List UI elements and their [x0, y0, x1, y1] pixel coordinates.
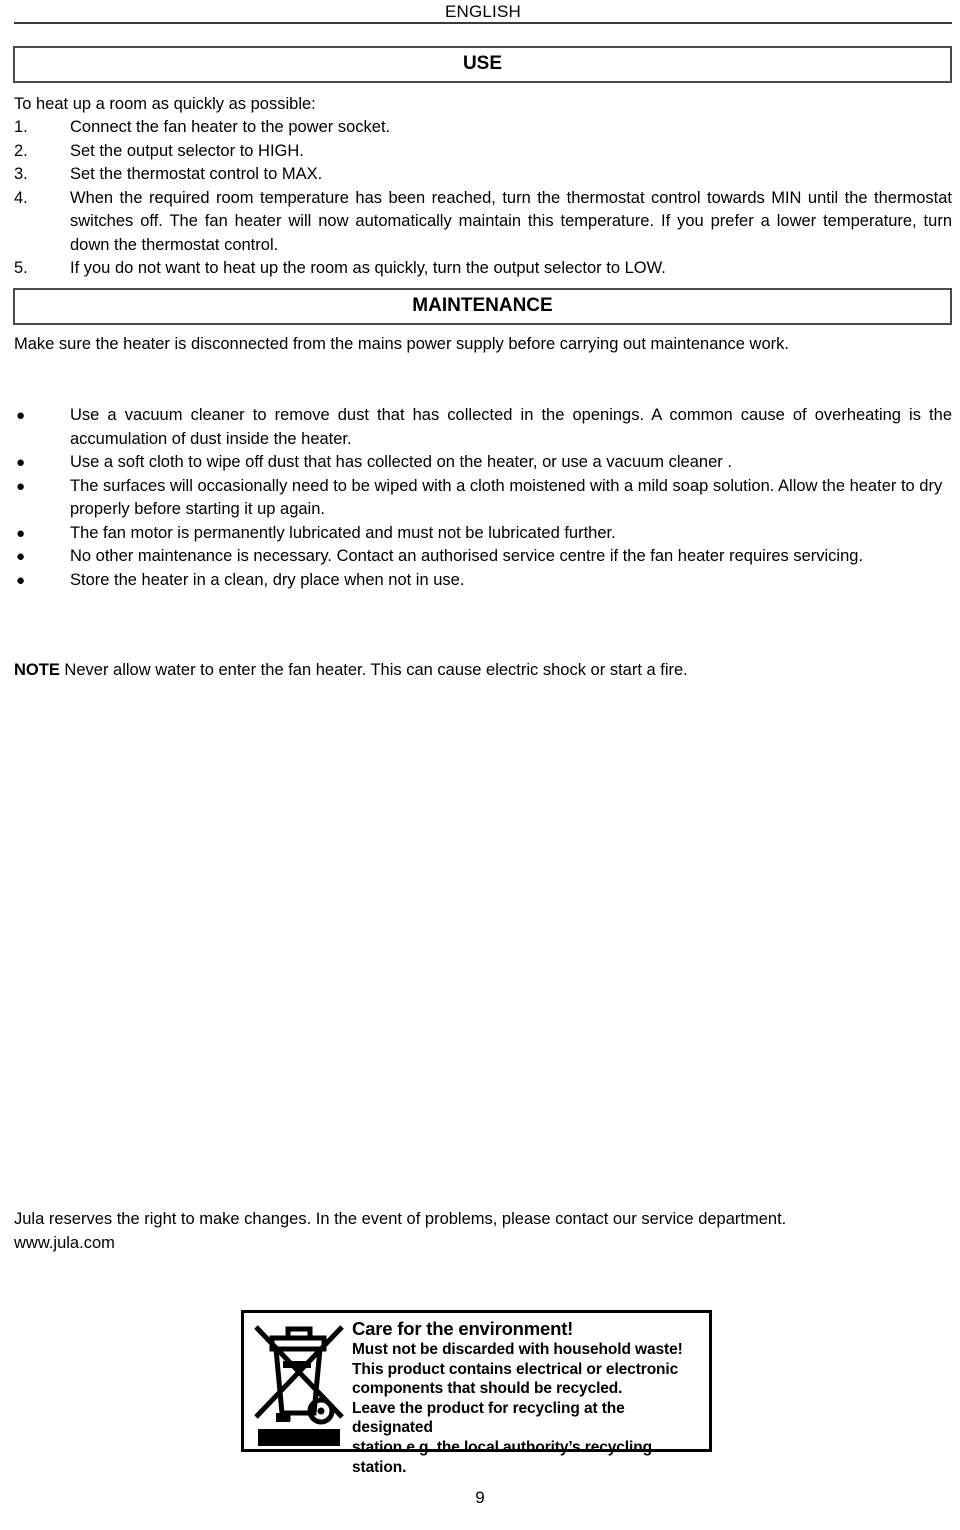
header-divider-rule — [14, 22, 952, 24]
use-intro-text: To heat up a room as quickly as possible… — [14, 95, 316, 113]
section-title-maintenance: MAINTENANCE — [13, 288, 952, 325]
bullet-text: No other maintenance is necessary. Conta… — [70, 547, 864, 565]
bullet-icon: ● — [16, 571, 26, 589]
environment-notice-title: Care for the environment! — [352, 1318, 574, 1339]
environment-notice-line-4: Leave the product for recycling at the d… — [352, 1399, 625, 1437]
bullet-icon: ● — [16, 407, 26, 424]
maintenance-note: NOTE Never allow water to enter the fan … — [14, 659, 950, 683]
bullet-text: The surfaces will occasionally need to b… — [70, 476, 943, 519]
environment-notice-line-1: Must not be discarded with household was… — [352, 1341, 683, 1358]
environment-notice-text: Care for the environment! Must not be di… — [348, 1313, 709, 1476]
bullet-icon: ● — [16, 454, 26, 471]
list-item: 2. Set the output selector to HIGH. — [14, 140, 952, 164]
environment-notice-line-3: components that should be recycled. — [352, 1380, 623, 1398]
step-text: Set the output selector to HIGH. — [70, 141, 304, 160]
step-marker: 2. — [14, 141, 28, 160]
footer-disclaimer: Jula reserves the right to make changes.… — [14, 1208, 949, 1255]
document-page: ENGLISH USE To heat up a room as quickly… — [0, 0, 960, 1530]
environment-notice-line-2: This product contains electrical or elec… — [352, 1360, 679, 1378]
list-item: 5. If you do not want to heat up the roo… — [14, 257, 952, 281]
footer-website: www.jula.com — [14, 1233, 115, 1252]
list-item: 1. Connect the fan heater to the power s… — [14, 116, 952, 140]
bullet-text: Store the heater in a clean, dry place w… — [70, 570, 465, 589]
step-marker: 3. — [14, 165, 28, 183]
use-steps-list: 1. Connect the fan heater to the power s… — [14, 116, 952, 281]
environment-notice-line-5: station e.g. the local authority’s recyc… — [352, 1438, 652, 1476]
step-marker: 5. — [14, 259, 28, 277]
step-marker: 1. — [14, 118, 28, 136]
bullet-icon: ● — [16, 548, 26, 565]
step-text: Connect the fan heater to the power sock… — [70, 118, 391, 136]
crossed-out-wheelie-bin-icon — [244, 1313, 348, 1449]
bullet-icon: ● — [16, 477, 26, 495]
bullet-icon: ● — [16, 524, 26, 542]
list-item: 4. When the required room temperature ha… — [14, 187, 952, 258]
step-text: When the required room temperature has b… — [70, 188, 952, 254]
list-item: ● No other maintenance is necessary. Con… — [14, 545, 952, 569]
list-item: ● Use a vacuum cleaner to remove dust th… — [14, 404, 952, 451]
maintenance-intro-text: Make sure the heater is disconnected fro… — [14, 335, 789, 353]
list-item: ● Store the heater in a clean, dry place… — [14, 569, 952, 593]
step-marker: 4. — [14, 188, 28, 207]
footer-disclaimer-text: Jula reserves the right to make changes.… — [14, 1210, 787, 1228]
bullet-text: Use a vacuum cleaner to remove dust that… — [70, 406, 952, 448]
list-item: 3. Set the thermostat control to MAX. — [14, 163, 952, 187]
step-text: Set the thermostat control to MAX. — [70, 165, 323, 183]
page-number: 9 — [475, 1488, 485, 1507]
step-text: If you do not want to heat up the room a… — [70, 259, 666, 277]
page-header-language: ENGLISH — [444, 2, 522, 21]
list-item: ● The fan motor is permanently lubricate… — [14, 522, 952, 546]
note-text: Never allow water to enter the fan heate… — [59, 661, 688, 679]
bullet-text: The fan motor is permanently lubricated … — [70, 523, 616, 542]
bullet-text: Use a soft cloth to wipe off dust that h… — [70, 453, 732, 471]
list-item: ● The surfaces will occasionally need to… — [14, 475, 952, 522]
list-item: ● Use a soft cloth to wipe off dust that… — [14, 451, 952, 475]
maintenance-bullet-list: ● Use a vacuum cleaner to remove dust th… — [14, 404, 952, 592]
section-title-use: USE — [13, 46, 952, 83]
note-label: NOTE — [14, 661, 60, 679]
environment-notice-box: Care for the environment! Must not be di… — [241, 1310, 712, 1476]
